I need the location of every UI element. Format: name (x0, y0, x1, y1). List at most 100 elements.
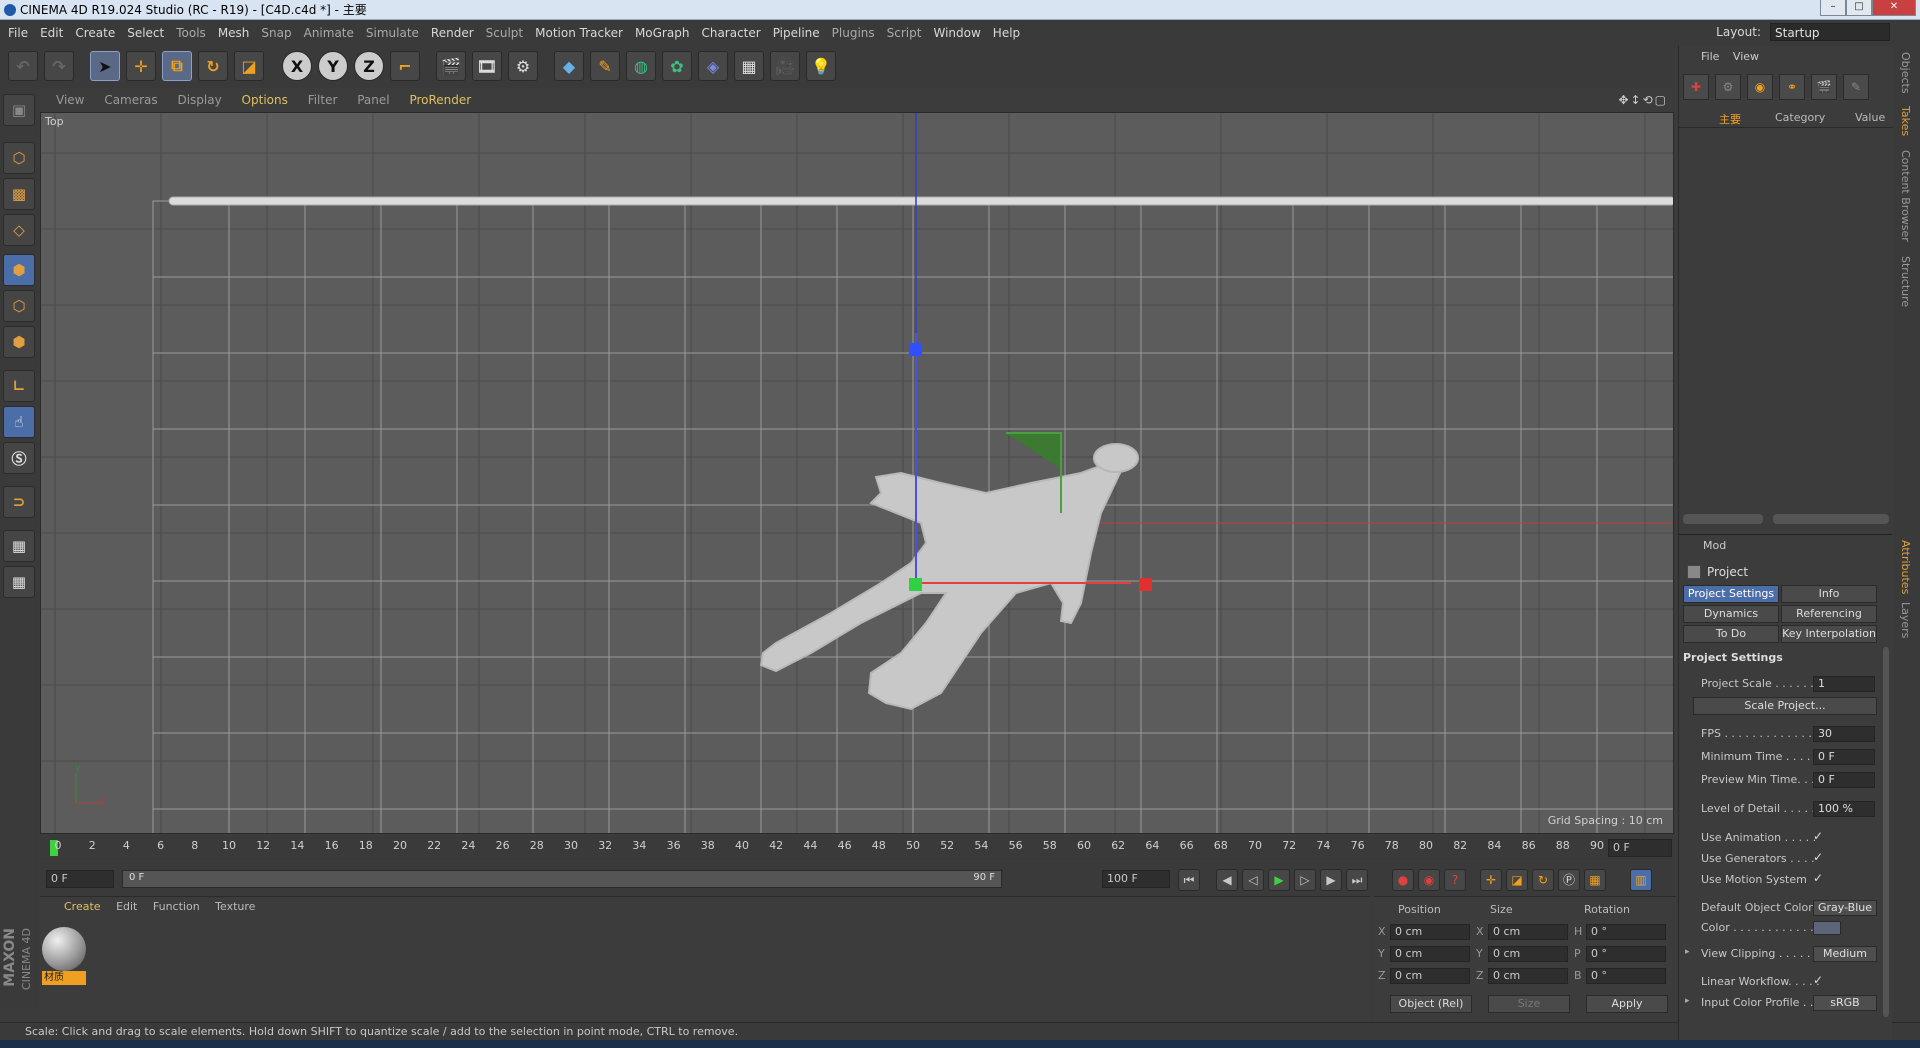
apply-button[interactable]: Apply (1586, 995, 1668, 1013)
tab-project-settings[interactable]: Project Settings (1683, 585, 1779, 603)
model-mode-icon[interactable]: ⬡ (3, 142, 35, 174)
y-axis-lock-icon[interactable]: Y (318, 51, 348, 81)
play-icon[interactable]: ▶ (1268, 869, 1290, 891)
expand-arrow-icon-2[interactable]: ▸ (1685, 996, 1690, 1006)
solo-icon[interactable]: Ⓢ (3, 442, 35, 474)
deformer-icon[interactable]: ◈ (698, 51, 728, 81)
rot-h-field[interactable]: 0 ° (1586, 924, 1666, 940)
close-button[interactable]: ✕ (1872, 0, 1916, 16)
menu-snap[interactable]: Snap (261, 20, 291, 46)
rotate-icon[interactable]: ↻ (198, 51, 228, 81)
material-menu-create[interactable]: Create (64, 900, 101, 913)
key-scale-icon[interactable]: ◪ (1506, 869, 1528, 891)
rot-p-field[interactable]: 0 ° (1586, 946, 1666, 962)
tab-info[interactable]: Info (1781, 585, 1877, 603)
tab-takes[interactable]: Takes (1899, 106, 1912, 136)
menu-create[interactable]: Create (75, 20, 115, 46)
preview-min-field[interactable]: 0 F (1813, 772, 1875, 788)
go-to-start-icon[interactable]: ⏮ (1178, 869, 1200, 891)
pos-z-field[interactable]: 0 cm (1390, 968, 1470, 984)
z-axis-lock-icon[interactable]: Z (354, 51, 384, 81)
material-menu-function[interactable]: Function (153, 900, 200, 913)
color-swatch[interactable] (1813, 921, 1841, 935)
pos-x-field[interactable]: 0 cm (1390, 924, 1470, 940)
material-name[interactable]: 材质 (42, 971, 86, 985)
viewport-menu-display[interactable]: Display (177, 93, 221, 107)
rot-b-field[interactable]: 0 ° (1586, 968, 1666, 984)
render-view-icon[interactable]: 🎬 (436, 51, 466, 81)
size-x-field[interactable]: 0 cm (1488, 924, 1568, 940)
previous-key-icon[interactable]: ◀︎ (1216, 869, 1238, 891)
attribute-scrollbar[interactable] (1883, 647, 1889, 1017)
viewport-menu-cameras[interactable]: Cameras (104, 93, 157, 107)
points-mode-icon[interactable]: ⬢ (3, 254, 35, 286)
menu-select[interactable]: Select (127, 20, 164, 46)
menu-window[interactable]: Window (933, 20, 980, 46)
tab-layers[interactable]: Layers (1899, 602, 1912, 638)
timeline-toggle-icon[interactable]: ▥ (1630, 869, 1652, 891)
input-color-profile-dropdown[interactable]: sRGB (1813, 995, 1877, 1011)
expand-arrow-icon[interactable]: ▸ (1685, 947, 1690, 957)
scale-icon[interactable]: ⧉ (162, 51, 192, 81)
coordinate-system-icon[interactable]: ⌐ (390, 51, 420, 81)
take-render-icon[interactable]: 🎬 (1811, 74, 1837, 100)
subdivision-icon[interactable]: ◍ (626, 51, 656, 81)
menu-animate[interactable]: Animate (304, 20, 354, 46)
scale-project-button[interactable]: Scale Project... (1693, 697, 1877, 715)
tab-referencing[interactable]: Referencing (1781, 605, 1877, 623)
take-group-icon[interactable]: ⚭ (1779, 74, 1805, 100)
min-time-field[interactable]: 0 F (1813, 749, 1875, 765)
size-mode-dropdown[interactable]: Size (1488, 995, 1570, 1013)
polygons-mode-icon[interactable]: ⬢ (3, 326, 35, 358)
next-key-icon[interactable]: ▶︎ (1320, 869, 1342, 891)
pen-spline-icon[interactable]: ✎ (590, 51, 620, 81)
use-generators-checkbox[interactable]: ✓ (1813, 850, 1823, 864)
view-clipping-dropdown[interactable]: Medium (1813, 946, 1877, 962)
menu-simulate[interactable]: Simulate (366, 20, 419, 46)
workplane-mode-icon[interactable]: ◇ (3, 214, 35, 246)
objects-menu-file[interactable]: File (1701, 50, 1719, 63)
fps-field[interactable]: 30 (1813, 726, 1875, 742)
menu-plugins[interactable]: Plugins (832, 20, 875, 46)
select-arrow-icon[interactable]: ➤ (90, 51, 120, 81)
use-animation-checkbox[interactable]: ✓ (1813, 829, 1823, 843)
go-to-end-icon[interactable]: ⏭ (1346, 869, 1368, 891)
menu-render[interactable]: Render (431, 20, 474, 46)
material-menu-texture[interactable]: Texture (215, 900, 255, 913)
workplane-lock-icon[interactable]: ▦ (3, 530, 35, 562)
tab-content-browser[interactable]: Content Browser (1899, 150, 1912, 242)
maximize-button[interactable]: □ (1846, 0, 1872, 16)
recent-tool-icon[interactable]: ◪ (234, 51, 264, 81)
menu-mograph[interactable]: MoGraph (635, 20, 690, 46)
attribute-mode-menu[interactable]: Mod (1703, 539, 1726, 552)
tab-structure[interactable]: Structure (1899, 256, 1912, 307)
current-frame-field[interactable]: 0 F (1608, 839, 1672, 857)
tab-key-interpolation[interactable]: Key Interpolation (1781, 625, 1877, 643)
timeline-ruler[interactable]: 0 2 4 6 8 10 12 14 16 18 20 22 24 26 28 30 32 34 36 38 40 42 4… (40, 836, 1676, 860)
snap-icon[interactable]: ⊃ (3, 486, 35, 518)
size-z-field[interactable]: 0 cm (1488, 968, 1568, 984)
coordinate-mode-dropdown[interactable]: Object (Rel) (1390, 995, 1472, 1013)
edges-mode-icon[interactable]: ⬡ (3, 290, 35, 322)
end-frame-field[interactable]: 100 F (1102, 870, 1170, 888)
linear-workflow-checkbox[interactable]: ✓ (1813, 973, 1823, 987)
take-icon-2[interactable]: ⚙ (1715, 74, 1741, 100)
key-pla-icon[interactable]: ▦ (1584, 869, 1606, 891)
menu-file[interactable]: File (8, 20, 28, 46)
tweak-mode-icon[interactable]: ☝ (3, 406, 35, 438)
viewport-menu-view[interactable]: View (56, 93, 84, 107)
viewport-menu-options[interactable]: Options (242, 93, 288, 107)
floor-icon[interactable]: ▦ (734, 51, 764, 81)
override-icon[interactable]: ◉ (1747, 74, 1773, 100)
use-motion-checkbox[interactable]: ✓ (1813, 871, 1823, 885)
previous-frame-icon[interactable]: ◁ (1242, 869, 1264, 891)
menu-sculpt[interactable]: Sculpt (486, 20, 523, 46)
menu-edit[interactable]: Edit (40, 20, 63, 46)
takes-scrollbar-left[interactable] (1683, 514, 1763, 524)
viewport-menu-prorender[interactable]: ProRender (409, 93, 471, 107)
move-icon[interactable]: ✛ (126, 51, 156, 81)
menu-mesh[interactable]: Mesh (218, 20, 250, 46)
x-axis-lock-icon[interactable]: X (282, 51, 312, 81)
workplane-grid-icon[interactable]: ▦ (3, 566, 35, 598)
viewport-nav-icons[interactable]: ✥↕⟲▢ (1618, 88, 1668, 112)
